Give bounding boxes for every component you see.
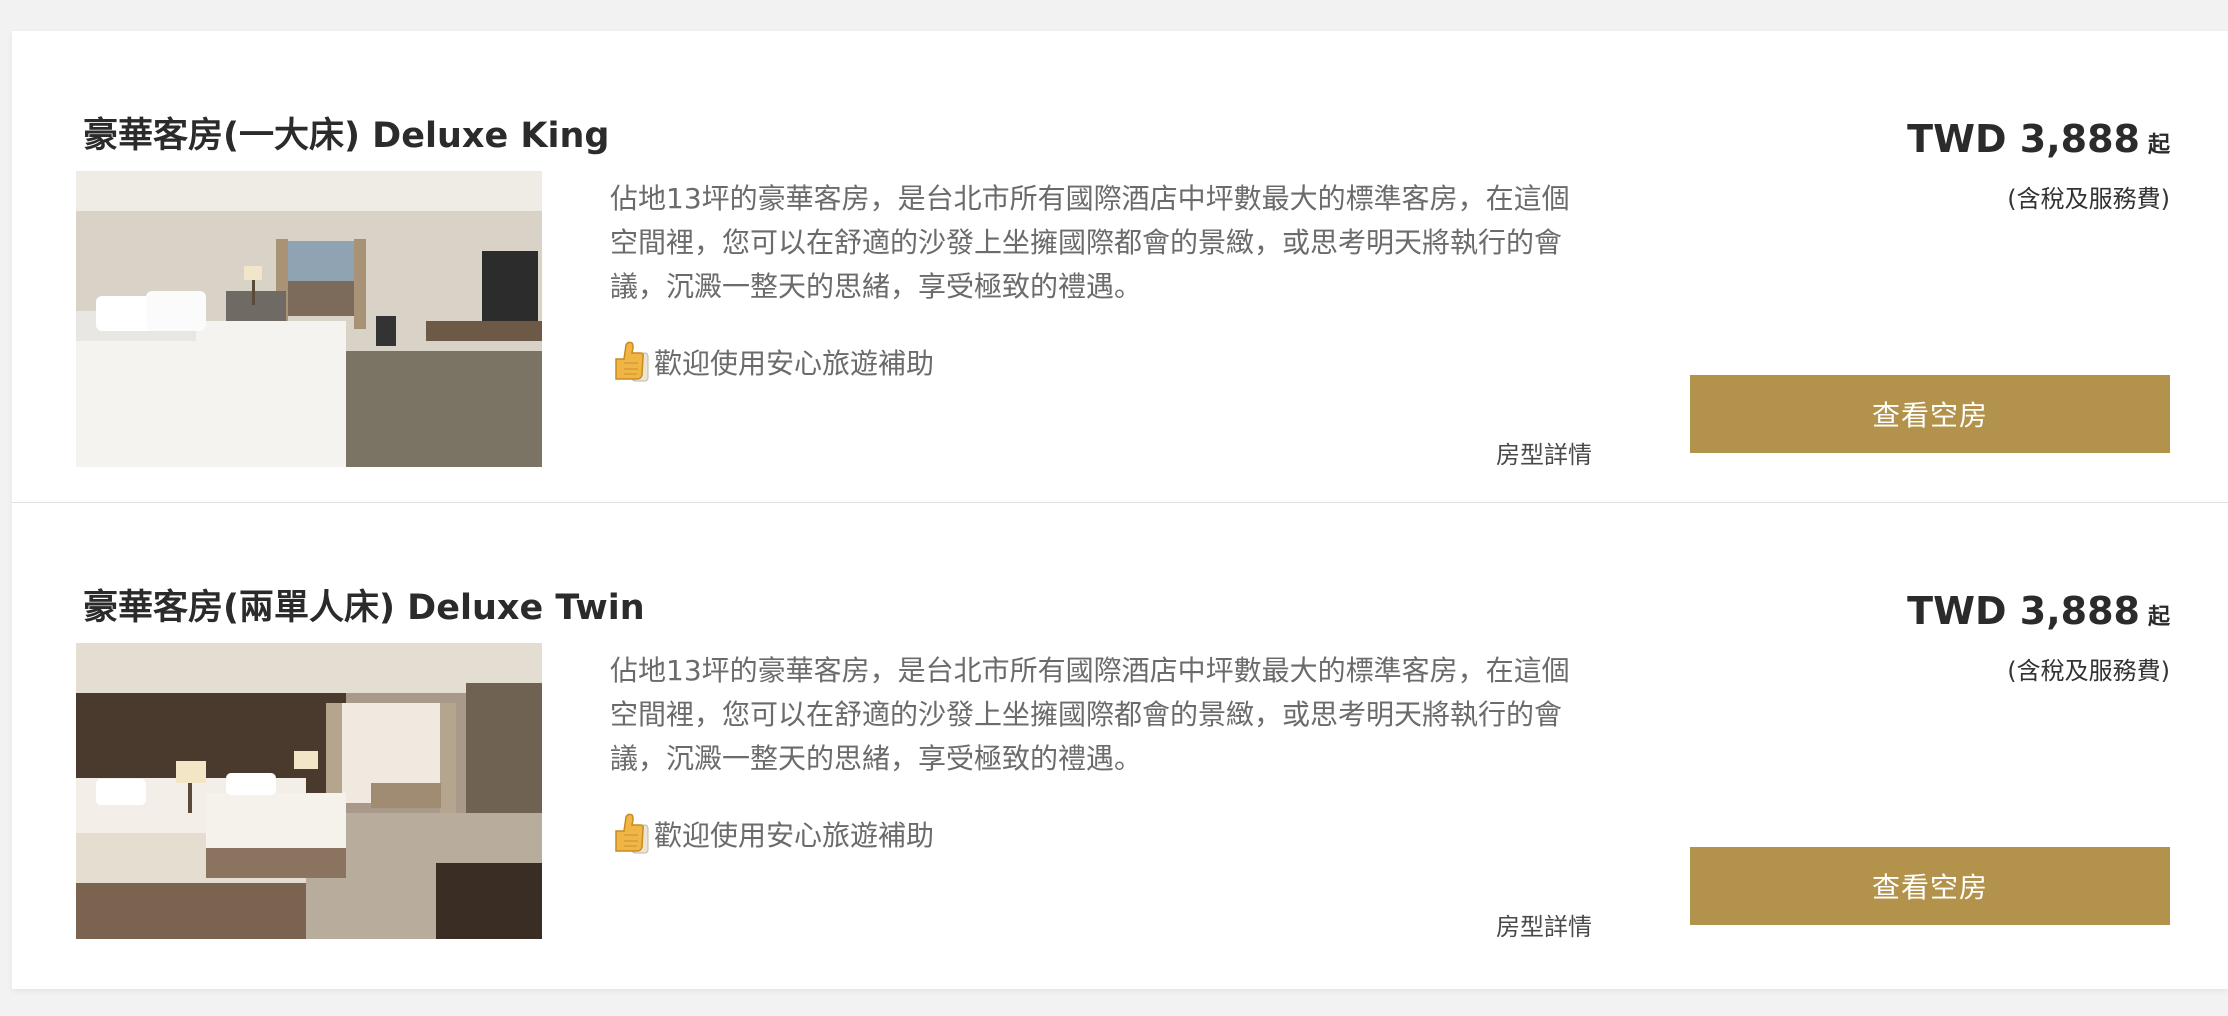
promo-banner: 歡迎使用安心旅遊補助 xyxy=(610,341,934,383)
room-details-link[interactable]: 房型詳情 xyxy=(1496,907,1592,942)
room-title: 豪華客房(兩單人床) Deluxe Twin xyxy=(83,588,645,628)
room-list: 豪華客房(一大床) Deluxe King 佔地13坪的豪華客房，是台北市所有國… xyxy=(12,31,2228,989)
promo-banner: 歡迎使用安心旅遊補助 xyxy=(610,813,934,855)
price-suffix: 起 xyxy=(2147,605,2170,630)
room-price: TWD 3,888 起 xyxy=(1907,117,2170,161)
check-availability-button[interactable]: 查看空房 xyxy=(1690,375,2170,453)
promo-text: 歡迎使用安心旅遊補助 xyxy=(654,819,935,852)
price-amount: TWD 3,888 xyxy=(1907,589,2140,633)
price-amount: TWD 3,888 xyxy=(1907,117,2140,161)
price-note: (含稅及服務費) xyxy=(2007,657,2170,685)
room-title: 豪華客房(一大床) Deluxe King xyxy=(83,116,610,156)
promo-text: 歡迎使用安心旅遊補助 xyxy=(654,347,935,380)
thumbs-up-icon xyxy=(615,813,649,854)
room-description: 佔地13坪的豪華客房，是台北市所有國際酒店中坪數最大的標準客房，在這個空間裡，您… xyxy=(610,654,1570,775)
room-photo[interactable] xyxy=(76,171,542,467)
room-details-link[interactable]: 房型詳情 xyxy=(1496,435,1592,470)
price-suffix: 起 xyxy=(2147,133,2170,158)
check-availability-button[interactable]: 查看空房 xyxy=(1690,847,2170,925)
price-note: (含稅及服務費) xyxy=(2007,185,2170,213)
room-photo[interactable] xyxy=(76,643,542,939)
room-description: 佔地13坪的豪華客房，是台北市所有國際酒店中坪數最大的標準客房，在這個空間裡，您… xyxy=(610,182,1570,303)
thumbs-up-icon xyxy=(615,341,649,382)
room-card: 豪華客房(兩單人床) Deluxe Twin 佔地13坪的豪華客房，是台北市所有… xyxy=(12,503,2228,975)
room-price: TWD 3,888 起 xyxy=(1907,589,2170,633)
room-card: 豪華客房(一大床) Deluxe King 佔地13坪的豪華客房，是台北市所有國… xyxy=(12,31,2228,503)
